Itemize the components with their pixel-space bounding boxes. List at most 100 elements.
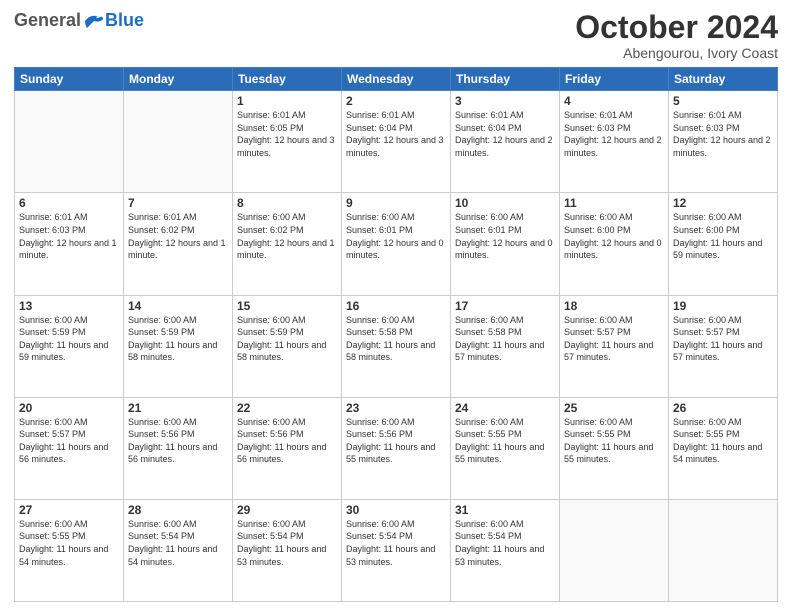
table-row bbox=[560, 499, 669, 601]
header: General Blue October 2024 Abengourou, Iv… bbox=[14, 10, 778, 61]
logo: General Blue bbox=[14, 10, 144, 31]
day-number: 31 bbox=[455, 503, 555, 517]
day-info: Sunrise: 6:00 AMSunset: 5:57 PMDaylight:… bbox=[19, 416, 119, 466]
day-number: 29 bbox=[237, 503, 337, 517]
title-block: October 2024 Abengourou, Ivory Coast bbox=[575, 10, 778, 61]
day-number: 24 bbox=[455, 401, 555, 415]
header-friday: Friday bbox=[560, 68, 669, 91]
table-row: 6Sunrise: 6:01 AMSunset: 6:03 PMDaylight… bbox=[15, 193, 124, 295]
day-info: Sunrise: 6:00 AMSunset: 5:54 PMDaylight:… bbox=[346, 518, 446, 568]
table-row: 31Sunrise: 6:00 AMSunset: 5:54 PMDayligh… bbox=[451, 499, 560, 601]
day-number: 16 bbox=[346, 299, 446, 313]
day-number: 27 bbox=[19, 503, 119, 517]
table-row: 15Sunrise: 6:00 AMSunset: 5:59 PMDayligh… bbox=[233, 295, 342, 397]
day-info: Sunrise: 6:00 AMSunset: 5:59 PMDaylight:… bbox=[128, 314, 228, 364]
day-number: 25 bbox=[564, 401, 664, 415]
day-number: 8 bbox=[237, 196, 337, 210]
day-info: Sunrise: 6:01 AMSunset: 6:04 PMDaylight:… bbox=[455, 109, 555, 159]
day-info: Sunrise: 6:00 AMSunset: 6:01 PMDaylight:… bbox=[346, 211, 446, 261]
table-row: 24Sunrise: 6:00 AMSunset: 5:55 PMDayligh… bbox=[451, 397, 560, 499]
table-row: 26Sunrise: 6:00 AMSunset: 5:55 PMDayligh… bbox=[669, 397, 778, 499]
week-row-4: 20Sunrise: 6:00 AMSunset: 5:57 PMDayligh… bbox=[15, 397, 778, 499]
day-info: Sunrise: 6:00 AMSunset: 6:01 PMDaylight:… bbox=[455, 211, 555, 261]
day-info: Sunrise: 6:00 AMSunset: 5:56 PMDaylight:… bbox=[346, 416, 446, 466]
day-number: 14 bbox=[128, 299, 228, 313]
day-info: Sunrise: 6:01 AMSunset: 6:03 PMDaylight:… bbox=[673, 109, 773, 159]
day-info: Sunrise: 6:00 AMSunset: 6:00 PMDaylight:… bbox=[673, 211, 773, 261]
table-row: 2Sunrise: 6:01 AMSunset: 6:04 PMDaylight… bbox=[342, 91, 451, 193]
day-number: 19 bbox=[673, 299, 773, 313]
table-row: 22Sunrise: 6:00 AMSunset: 5:56 PMDayligh… bbox=[233, 397, 342, 499]
table-row: 16Sunrise: 6:00 AMSunset: 5:58 PMDayligh… bbox=[342, 295, 451, 397]
header-sunday: Sunday bbox=[15, 68, 124, 91]
table-row: 3Sunrise: 6:01 AMSunset: 6:04 PMDaylight… bbox=[451, 91, 560, 193]
day-number: 1 bbox=[237, 94, 337, 108]
day-info: Sunrise: 6:00 AMSunset: 5:56 PMDaylight:… bbox=[237, 416, 337, 466]
table-row: 14Sunrise: 6:00 AMSunset: 5:59 PMDayligh… bbox=[124, 295, 233, 397]
table-row: 13Sunrise: 6:00 AMSunset: 5:59 PMDayligh… bbox=[15, 295, 124, 397]
day-number: 11 bbox=[564, 196, 664, 210]
day-info: Sunrise: 6:00 AMSunset: 5:57 PMDaylight:… bbox=[673, 314, 773, 364]
day-number: 23 bbox=[346, 401, 446, 415]
table-row: 30Sunrise: 6:00 AMSunset: 5:54 PMDayligh… bbox=[342, 499, 451, 601]
table-row: 28Sunrise: 6:00 AMSunset: 5:54 PMDayligh… bbox=[124, 499, 233, 601]
table-row: 19Sunrise: 6:00 AMSunset: 5:57 PMDayligh… bbox=[669, 295, 778, 397]
header-monday: Monday bbox=[124, 68, 233, 91]
logo-blue-text: Blue bbox=[105, 10, 144, 31]
day-info: Sunrise: 6:01 AMSunset: 6:05 PMDaylight:… bbox=[237, 109, 337, 159]
day-info: Sunrise: 6:00 AMSunset: 5:55 PMDaylight:… bbox=[673, 416, 773, 466]
day-info: Sunrise: 6:01 AMSunset: 6:03 PMDaylight:… bbox=[19, 211, 119, 261]
day-number: 15 bbox=[237, 299, 337, 313]
table-row: 27Sunrise: 6:00 AMSunset: 5:55 PMDayligh… bbox=[15, 499, 124, 601]
table-row bbox=[669, 499, 778, 601]
header-tuesday: Tuesday bbox=[233, 68, 342, 91]
day-number: 3 bbox=[455, 94, 555, 108]
table-row: 21Sunrise: 6:00 AMSunset: 5:56 PMDayligh… bbox=[124, 397, 233, 499]
table-row: 17Sunrise: 6:00 AMSunset: 5:58 PMDayligh… bbox=[451, 295, 560, 397]
table-row: 29Sunrise: 6:00 AMSunset: 5:54 PMDayligh… bbox=[233, 499, 342, 601]
header-wednesday: Wednesday bbox=[342, 68, 451, 91]
day-info: Sunrise: 6:00 AMSunset: 5:55 PMDaylight:… bbox=[564, 416, 664, 466]
day-info: Sunrise: 6:01 AMSunset: 6:04 PMDaylight:… bbox=[346, 109, 446, 159]
day-number: 28 bbox=[128, 503, 228, 517]
day-number: 12 bbox=[673, 196, 773, 210]
location-subtitle: Abengourou, Ivory Coast bbox=[575, 45, 778, 61]
day-info: Sunrise: 6:00 AMSunset: 5:55 PMDaylight:… bbox=[455, 416, 555, 466]
day-info: Sunrise: 6:00 AMSunset: 5:54 PMDaylight:… bbox=[237, 518, 337, 568]
day-info: Sunrise: 6:01 AMSunset: 6:03 PMDaylight:… bbox=[564, 109, 664, 159]
day-number: 26 bbox=[673, 401, 773, 415]
table-row: 5Sunrise: 6:01 AMSunset: 6:03 PMDaylight… bbox=[669, 91, 778, 193]
day-info: Sunrise: 6:00 AMSunset: 6:02 PMDaylight:… bbox=[237, 211, 337, 261]
day-info: Sunrise: 6:00 AMSunset: 5:59 PMDaylight:… bbox=[237, 314, 337, 364]
day-info: Sunrise: 6:00 AMSunset: 5:54 PMDaylight:… bbox=[455, 518, 555, 568]
table-row: 1Sunrise: 6:01 AMSunset: 6:05 PMDaylight… bbox=[233, 91, 342, 193]
table-row: 23Sunrise: 6:00 AMSunset: 5:56 PMDayligh… bbox=[342, 397, 451, 499]
day-info: Sunrise: 6:00 AMSunset: 5:57 PMDaylight:… bbox=[564, 314, 664, 364]
day-number: 30 bbox=[346, 503, 446, 517]
week-row-1: 1Sunrise: 6:01 AMSunset: 6:05 PMDaylight… bbox=[15, 91, 778, 193]
day-number: 10 bbox=[455, 196, 555, 210]
logo-bird-icon bbox=[83, 12, 105, 30]
page-container: General Blue October 2024 Abengourou, Iv… bbox=[0, 0, 792, 612]
month-title: October 2024 bbox=[575, 10, 778, 45]
day-number: 13 bbox=[19, 299, 119, 313]
week-row-5: 27Sunrise: 6:00 AMSunset: 5:55 PMDayligh… bbox=[15, 499, 778, 601]
day-number: 21 bbox=[128, 401, 228, 415]
day-number: 18 bbox=[564, 299, 664, 313]
header-thursday: Thursday bbox=[451, 68, 560, 91]
logo-general-text: General bbox=[14, 10, 81, 31]
day-number: 4 bbox=[564, 94, 664, 108]
table-row: 20Sunrise: 6:00 AMSunset: 5:57 PMDayligh… bbox=[15, 397, 124, 499]
table-row: 4Sunrise: 6:01 AMSunset: 6:03 PMDaylight… bbox=[560, 91, 669, 193]
table-row bbox=[15, 91, 124, 193]
day-number: 6 bbox=[19, 196, 119, 210]
table-row: 18Sunrise: 6:00 AMSunset: 5:57 PMDayligh… bbox=[560, 295, 669, 397]
day-number: 5 bbox=[673, 94, 773, 108]
table-row: 9Sunrise: 6:00 AMSunset: 6:01 PMDaylight… bbox=[342, 193, 451, 295]
day-info: Sunrise: 6:00 AMSunset: 5:56 PMDaylight:… bbox=[128, 416, 228, 466]
day-number: 17 bbox=[455, 299, 555, 313]
table-row: 12Sunrise: 6:00 AMSunset: 6:00 PMDayligh… bbox=[669, 193, 778, 295]
day-info: Sunrise: 6:00 AMSunset: 5:55 PMDaylight:… bbox=[19, 518, 119, 568]
table-row: 25Sunrise: 6:00 AMSunset: 5:55 PMDayligh… bbox=[560, 397, 669, 499]
table-row: 11Sunrise: 6:00 AMSunset: 6:00 PMDayligh… bbox=[560, 193, 669, 295]
